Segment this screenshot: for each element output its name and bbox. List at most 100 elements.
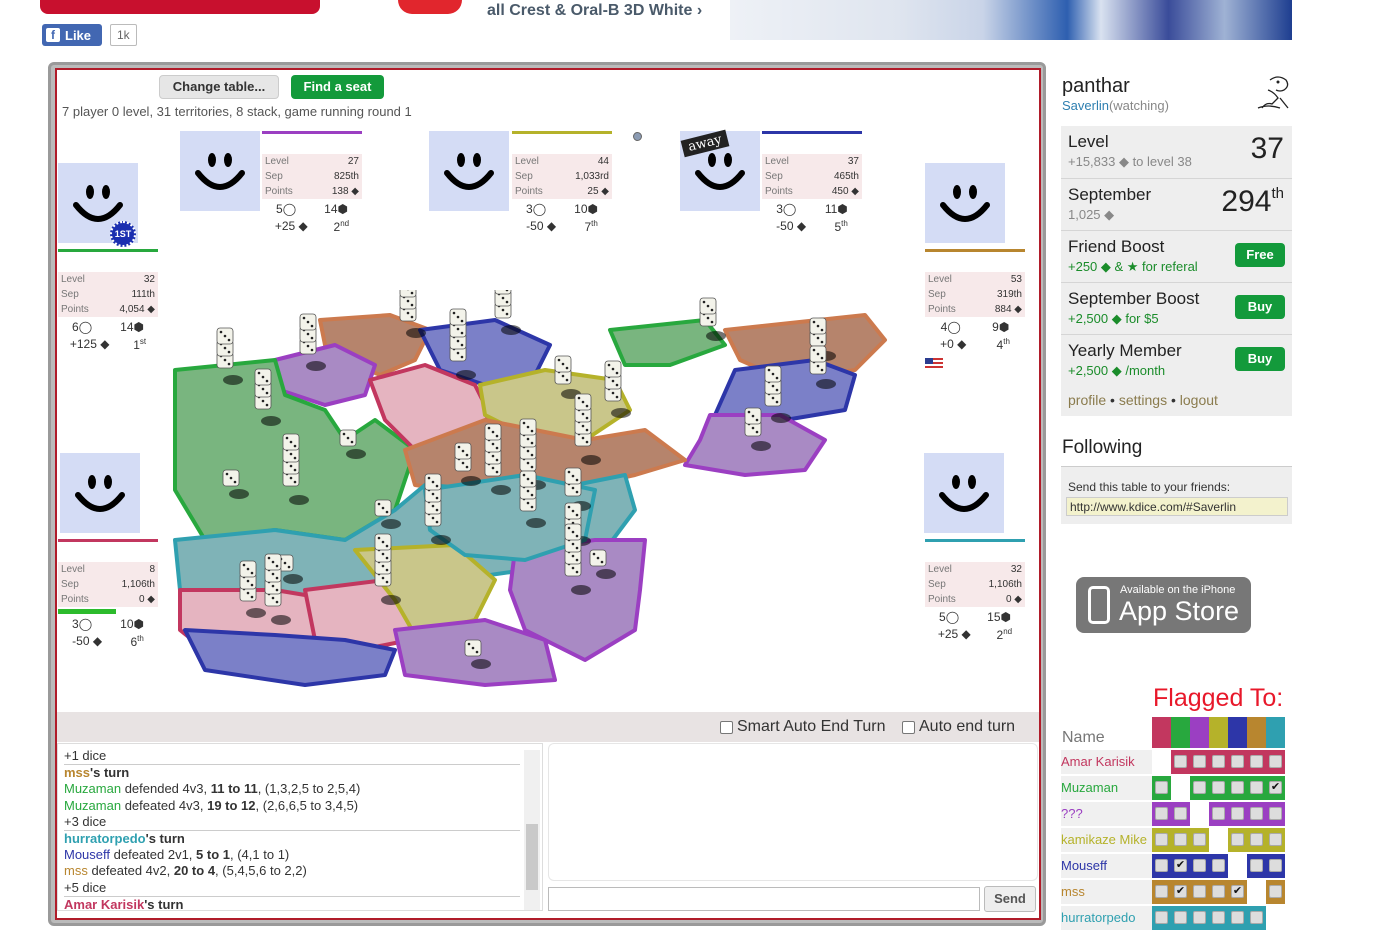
flag-checkbox[interactable]: ✔ (1269, 781, 1282, 794)
flag-checkbox[interactable] (1155, 859, 1168, 872)
flag-checkbox[interactable] (1231, 807, 1244, 820)
flag-checkbox[interactable] (1193, 911, 1206, 924)
territory-count: 11⬢ (825, 202, 848, 216)
flag-checkbox[interactable] (1193, 833, 1206, 846)
game-board[interactable] (165, 290, 895, 700)
flag-checkbox[interactable] (1250, 755, 1263, 768)
player-avatar[interactable]: 1ST (58, 163, 138, 243)
smiley-avatar-icon (439, 141, 499, 201)
log-scrollbar[interactable] (524, 750, 540, 910)
facebook-like-button[interactable]: f Like (42, 24, 102, 46)
flagged-player-name[interactable]: Mouseff (1061, 854, 1153, 878)
player-avatar[interactable]: away (680, 131, 760, 211)
flag-checkbox[interactable] (1231, 911, 1244, 924)
friend-boost-free-button[interactable]: Free (1235, 243, 1285, 267)
player-name-field[interactable] (514, 136, 578, 152)
flag-checkbox[interactable] (1174, 755, 1187, 768)
flag-checkbox[interactable] (1212, 885, 1225, 898)
stat-value: 0 ◆ (1006, 592, 1022, 607)
flag-checkbox[interactable] (1155, 781, 1168, 794)
flag-checkbox[interactable] (1269, 885, 1282, 898)
flag-checkbox[interactable] (1269, 755, 1282, 768)
flag-checkbox[interactable] (1250, 833, 1263, 846)
flag-checkbox[interactable] (1193, 885, 1206, 898)
flag-checkbox[interactable] (1193, 859, 1206, 872)
flag-checkbox[interactable]: ✔ (1174, 859, 1187, 872)
flag-checkbox[interactable] (1212, 859, 1225, 872)
player-name-field[interactable] (927, 254, 991, 270)
flag-checkbox[interactable] (1212, 807, 1225, 820)
flagged-player-name[interactable]: Amar Karisik (1061, 750, 1153, 774)
flag-checkbox[interactable] (1155, 833, 1168, 846)
player-name-field[interactable] (264, 136, 328, 152)
flagged-player-name[interactable]: ??? (1061, 802, 1153, 826)
logout-link[interactable]: logout (1180, 392, 1218, 408)
player-name-field[interactable] (927, 544, 991, 560)
dice-count: 5◯ (276, 202, 296, 216)
flag-checkbox[interactable] (1269, 859, 1282, 872)
auto-end-turn-checkbox[interactable] (902, 721, 915, 734)
flag-checkbox[interactable] (1250, 781, 1263, 794)
player-avatar[interactable] (924, 453, 1004, 533)
player-name-field[interactable] (60, 254, 124, 270)
find-seat-button[interactable]: Find a seat (291, 75, 384, 99)
flag-checkbox[interactable] (1155, 885, 1168, 898)
game-log[interactable]: +1 dicemss's turnMuzaman defended 4v3, 1… (57, 743, 543, 911)
flag-checkbox[interactable] (1193, 781, 1206, 794)
change-table-button[interactable]: Change table... (159, 75, 279, 99)
territory[interactable] (610, 320, 725, 365)
send-button[interactable]: Send (984, 886, 1036, 912)
flag-checkbox[interactable] (1250, 859, 1263, 872)
flag-checkbox[interactable] (1231, 781, 1244, 794)
ad-banner[interactable]: all Crest & Oral-B 3D White › (0, 0, 1378, 46)
auto-end-turn-toggle[interactable]: Auto end turn (902, 718, 1015, 736)
app-store-badge[interactable]: Available on the iPhone App Store (1076, 577, 1251, 633)
september-boost-buy-button[interactable]: Buy (1235, 295, 1285, 319)
player-avatar[interactable] (60, 453, 140, 533)
player-avatar[interactable] (925, 163, 1005, 243)
watching-table-name[interactable]: Saverlin (1062, 98, 1109, 113)
flag-checkbox[interactable] (1250, 911, 1263, 924)
player-avatar[interactable] (180, 131, 260, 211)
profile-link[interactable]: profile (1068, 392, 1106, 408)
flagged-player-name[interactable]: kamikaze Mike (1061, 828, 1153, 852)
flag-checkbox[interactable]: ✔ (1174, 885, 1187, 898)
flag-checkbox[interactable] (1231, 833, 1244, 846)
flagged-player-name[interactable]: hurratorpedo (1061, 906, 1153, 930)
flag-checkbox[interactable] (1155, 807, 1168, 820)
log-scrollbar-thumb[interactable] (526, 824, 538, 890)
smart-auto-end-turn-checkbox[interactable] (720, 721, 733, 734)
flag-checkbox[interactable] (1174, 807, 1187, 820)
flagged-player-name[interactable]: mss (1061, 880, 1153, 904)
flag-checkbox[interactable] (1269, 833, 1282, 846)
flagged-player-name[interactable]: Muzaman (1061, 776, 1153, 800)
chat-input[interactable] (548, 887, 980, 911)
site-logo[interactable] (40, 0, 320, 14)
friend-boost-row: Friend Boost +250 ◆ & ★ for referal Free (1061, 230, 1292, 280)
flag-checkbox[interactable] (1174, 833, 1187, 846)
flag-checkbox[interactable] (1250, 807, 1263, 820)
player-avatar[interactable] (429, 131, 509, 211)
flag-checkbox[interactable] (1212, 755, 1225, 768)
stat-label: Sep (265, 169, 283, 184)
ad-text[interactable]: all Crest & Oral-B 3D White › (487, 2, 702, 20)
username[interactable]: panthar (1062, 75, 1130, 98)
log-line: hurratorpedo's turn (64, 830, 520, 847)
share-url-field[interactable]: http://www.kdice.com/#Saverlin (1066, 497, 1288, 516)
flag-checkbox[interactable] (1155, 911, 1168, 924)
stat-label: Sep (765, 169, 783, 184)
ad-product-image[interactable] (730, 0, 1292, 40)
territory[interactable] (715, 360, 855, 420)
settings-link[interactable]: settings (1119, 392, 1167, 408)
flag-checkbox[interactable] (1212, 781, 1225, 794)
player-name-field[interactable] (764, 136, 828, 152)
flag-checkbox[interactable] (1212, 911, 1225, 924)
yearly-member-buy-button[interactable]: Buy (1235, 347, 1285, 371)
flag-checkbox[interactable] (1269, 807, 1282, 820)
smart-auto-end-turn-toggle[interactable]: Smart Auto End Turn (720, 718, 886, 736)
flag-checkbox[interactable] (1174, 911, 1187, 924)
player-name-field[interactable] (60, 544, 124, 560)
flag-checkbox[interactable] (1231, 755, 1244, 768)
flag-checkbox[interactable]: ✔ (1231, 885, 1244, 898)
flag-checkbox[interactable] (1193, 755, 1206, 768)
